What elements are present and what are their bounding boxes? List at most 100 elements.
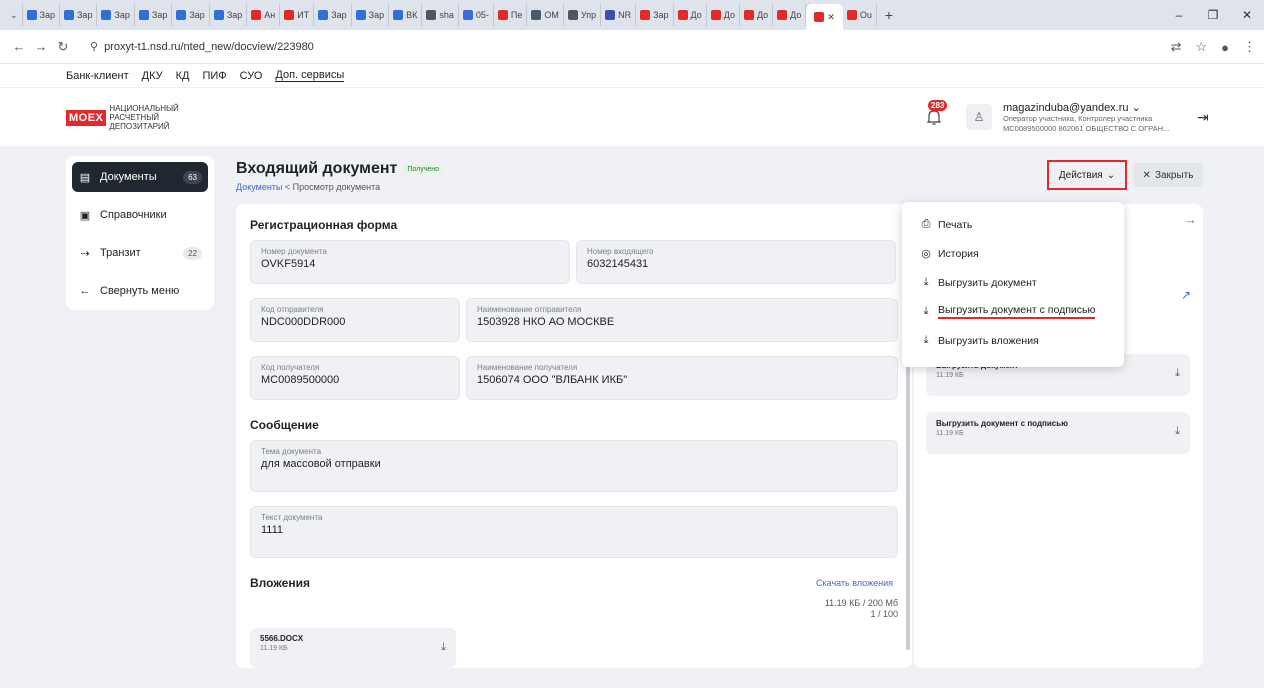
browser-tab[interactable]: ИТ bbox=[280, 4, 315, 26]
browser-tab[interactable]: ВК bbox=[389, 4, 423, 26]
menu-item-download-document[interactable]: ⤓ Выгрузить документ bbox=[902, 268, 1124, 297]
close-button[interactable]: ✕ Закрыть bbox=[1133, 163, 1203, 187]
sidebar-item-documents[interactable]: ▤ Документы 63 bbox=[72, 162, 208, 192]
download-icon[interactable]: ⤓ bbox=[441, 641, 446, 654]
forward-icon[interactable]: → bbox=[30, 39, 52, 54]
download-signed-document-item[interactable]: Выгрузить документ с подписью 11.19 КБ ⤓ bbox=[926, 412, 1190, 454]
menu-item-label: Выгрузить вложения bbox=[938, 334, 1039, 347]
sidebar-item-transit[interactable]: ⇢ Транзит 22 bbox=[72, 238, 208, 268]
printer-icon: ⎙ bbox=[921, 218, 931, 230]
field-value: NDC000DDR000 bbox=[261, 316, 346, 328]
download-attachments-link[interactable]: Скачать вложения bbox=[816, 578, 893, 588]
browser-tab[interactable]: Зар bbox=[352, 4, 390, 26]
sidebar: ▤ Документы 63 ▣ Справочники ⇢ Транзит 2… bbox=[66, 156, 214, 310]
page-title-row: Входящий документ Получено bbox=[236, 160, 444, 178]
menu-icon[interactable]: ⋮ bbox=[1243, 39, 1256, 55]
window-controls: – ❐ ✕ bbox=[1162, 0, 1264, 30]
browser-tab[interactable]: OM bbox=[527, 4, 564, 26]
back-icon[interactable]: ← bbox=[8, 39, 30, 54]
browser-tab[interactable]: До bbox=[707, 4, 740, 26]
browser-tab[interactable]: Ан bbox=[247, 4, 281, 26]
tab-favicon-icon bbox=[814, 12, 825, 22]
download-icon[interactable]: ⤓ bbox=[1175, 367, 1180, 380]
browser-tab[interactable]: sha bbox=[422, 4, 459, 26]
field-label: Номер документа bbox=[261, 247, 327, 256]
collapse-menu-button[interactable]: ← Свернуть меню bbox=[72, 276, 208, 306]
tab-title: Зар bbox=[77, 10, 93, 20]
tab-title: Зар bbox=[226, 10, 243, 20]
field-value: 6032145431 bbox=[587, 258, 649, 270]
user-role: Оператор участника, Контролер участника bbox=[1003, 114, 1153, 123]
browser-tab[interactable]: Ou bbox=[843, 4, 877, 26]
browser-tab[interactable]: Зар bbox=[314, 4, 352, 26]
tab-title: OM bbox=[544, 10, 559, 20]
menu-item-download-signed[interactable]: ⤓ Выгрузить документ с подписью bbox=[902, 297, 1124, 326]
nav-bank-client[interactable]: Банк-клиент bbox=[66, 70, 129, 82]
nav-suo[interactable]: СУО bbox=[240, 70, 263, 82]
nav-extra-services[interactable]: Доп. сервисы bbox=[275, 69, 345, 82]
browser-tab[interactable]: Зар bbox=[135, 4, 173, 26]
menu-item-history[interactable]: ◎ История bbox=[902, 239, 1124, 268]
sidebar-item-label: Документы bbox=[100, 171, 157, 183]
browser-tab[interactable]: Упр bbox=[564, 4, 602, 26]
browser-tab-active[interactable]: ✕ bbox=[806, 4, 843, 30]
bookmark-star-icon[interactable]: ☆ bbox=[1195, 39, 1207, 55]
app-header: MOEX НАЦИОНАЛЬНЫЙ РАСЧЕТНЫЙ ДЕПОЗИТАРИЙ … bbox=[0, 88, 1264, 146]
browser-tab[interactable]: Зар bbox=[636, 4, 674, 26]
close-window-icon[interactable]: ✕ bbox=[1230, 8, 1264, 22]
logout-icon[interactable]: ⇥ bbox=[1197, 109, 1209, 126]
arrow-right-icon[interactable]: → bbox=[1184, 212, 1197, 227]
contact-card-icon: ▣ bbox=[79, 209, 91, 222]
translate-icon[interactable]: ⇄ bbox=[1171, 39, 1182, 55]
browser-tab[interactable]: Зар bbox=[172, 4, 210, 26]
menu-item-print[interactable]: ⎙ Печать bbox=[902, 210, 1124, 239]
url-field[interactable]: ⚲ proxyt-t1.nsd.ru/nted_new/docview/2239… bbox=[80, 35, 324, 59]
browser-tab[interactable]: До bbox=[773, 4, 807, 26]
attachment-name: 5566.DOCX bbox=[260, 634, 304, 643]
browser-tab[interactable]: Зар bbox=[210, 4, 248, 26]
profile-icon[interactable]: ● bbox=[1221, 40, 1229, 55]
nav-dku[interactable]: ДКУ bbox=[142, 70, 163, 82]
menu-item-download-attachments[interactable]: ⤓ Выгрузить вложения bbox=[902, 326, 1124, 355]
actions-button[interactable]: Действия ⌄ bbox=[1047, 160, 1127, 190]
external-link-icon[interactable]: ↗ bbox=[1181, 288, 1191, 302]
close-icon[interactable]: ✕ bbox=[827, 12, 835, 23]
browser-tab[interactable]: NR bbox=[601, 4, 637, 26]
browser-tab[interactable]: До bbox=[740, 4, 774, 26]
new-tab-icon[interactable]: + bbox=[877, 7, 901, 23]
browser-tab[interactable]: Зар bbox=[97, 4, 135, 26]
site-top-nav: Банк-клиент ДКУ КД ПИФ СУО Доп. сервисы bbox=[0, 64, 1264, 88]
browser-tab[interactable]: До bbox=[674, 4, 707, 26]
menu-item-label: Выгрузить документ bbox=[938, 276, 1037, 289]
breadcrumb-current: Просмотр документа bbox=[292, 182, 381, 192]
nav-kd[interactable]: КД bbox=[176, 70, 190, 82]
page-title: Входящий документ bbox=[236, 160, 398, 177]
tab-title: NR bbox=[618, 10, 632, 20]
browser-tab[interactable]: Зар bbox=[60, 4, 98, 26]
nav-pif[interactable]: ПИФ bbox=[202, 70, 226, 82]
download-icon[interactable]: ⤓ bbox=[1175, 425, 1180, 438]
chevron-down-icon: ⌄ bbox=[1131, 102, 1141, 114]
url-text[interactable]: proxyt-t1.nsd.ru/nted_new/docview/223980 bbox=[104, 41, 314, 53]
user-avatar[interactable]: ♙ bbox=[966, 104, 992, 130]
actions-dropdown-menu: ⎙ Печать ◎ История ⤓ Выгрузить документ … bbox=[902, 202, 1124, 367]
tab-list-button[interactable]: ⌄ bbox=[6, 4, 23, 26]
reload-icon[interactable]: ↻ bbox=[52, 39, 74, 55]
browser-tab[interactable]: Пе bbox=[494, 4, 528, 26]
attachment-item[interactable]: 5566.DOCX 11.19 КБ ⤓ bbox=[250, 628, 456, 668]
sidebar-item-directories[interactable]: ▣ Справочники bbox=[72, 200, 208, 230]
nsd-logo[interactable]: MOEX НАЦИОНАЛЬНЫЙ РАСЧЕТНЫЙ ДЕПОЗИТАРИЙ bbox=[66, 104, 179, 131]
history-icon: ◎ bbox=[921, 248, 931, 260]
browser-tab[interactable]: Зар bbox=[23, 4, 60, 26]
user-info[interactable]: magazinduba@yandex.ru ⌄ Оператор участни… bbox=[1003, 101, 1193, 134]
address-bar: ← → ↻ ⚲ proxyt-t1.nsd.ru/nted_new/docvie… bbox=[0, 30, 1264, 64]
item-size: 11.19 КБ bbox=[936, 372, 964, 379]
breadcrumb-documents-link[interactable]: Документы bbox=[236, 182, 282, 192]
tab-title: sha bbox=[439, 10, 454, 20]
site-settings-icon[interactable]: ⚲ bbox=[90, 40, 98, 53]
restore-icon[interactable]: ❐ bbox=[1196, 8, 1230, 22]
notifications-button[interactable]: 283 bbox=[926, 100, 948, 126]
minimize-icon[interactable]: – bbox=[1162, 8, 1196, 22]
browser-tab[interactable]: 05- bbox=[459, 4, 494, 26]
tab-title: ИТ bbox=[297, 10, 310, 20]
